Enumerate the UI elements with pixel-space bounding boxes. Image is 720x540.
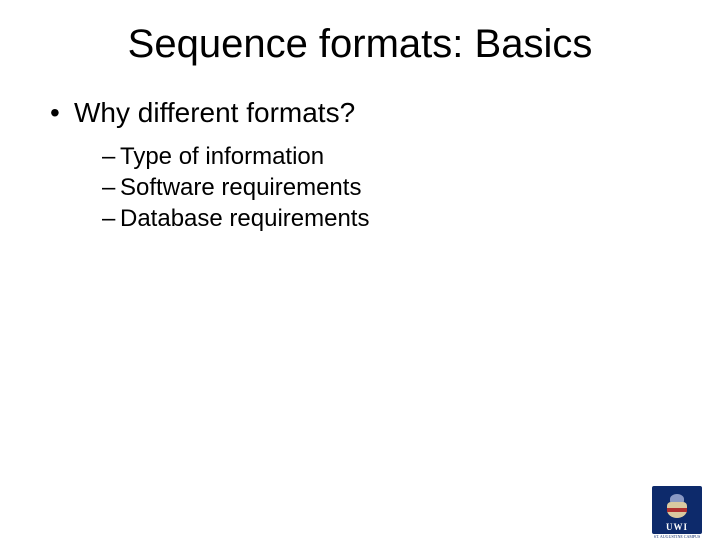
logo-text: UWI	[666, 522, 688, 532]
content-area: •Why different formats? –Type of informa…	[0, 97, 720, 235]
bullet-level2-group: –Type of information –Software requireme…	[50, 141, 720, 235]
slide-title: Sequence formats: Basics	[0, 22, 720, 67]
dash-marker: –	[102, 172, 120, 203]
bullet-level1: •Why different formats?	[50, 97, 720, 129]
logo-crest-icon	[662, 494, 692, 520]
logo-box: UWI	[652, 486, 702, 534]
bullet-marker: •	[50, 97, 74, 129]
sub-bullet: –Software requirements	[102, 172, 720, 203]
logo-subtitle: ST. AUGUSTINE CAMPUS	[652, 535, 702, 539]
sub-bullet: –Database requirements	[102, 203, 720, 234]
dash-marker: –	[102, 203, 120, 234]
sub-bullet-text: Type of information	[120, 143, 324, 170]
sub-bullet-text: Software requirements	[120, 174, 361, 201]
slide: Sequence formats: Basics •Why different …	[0, 22, 720, 540]
sub-bullet: –Type of information	[102, 141, 720, 172]
dash-marker: –	[102, 141, 120, 172]
sub-bullet-text: Database requirements	[120, 205, 369, 232]
uwi-logo: UWI ST. AUGUSTINE CAMPUS	[652, 486, 702, 540]
bullet-heading-text: Why different formats?	[74, 97, 355, 128]
